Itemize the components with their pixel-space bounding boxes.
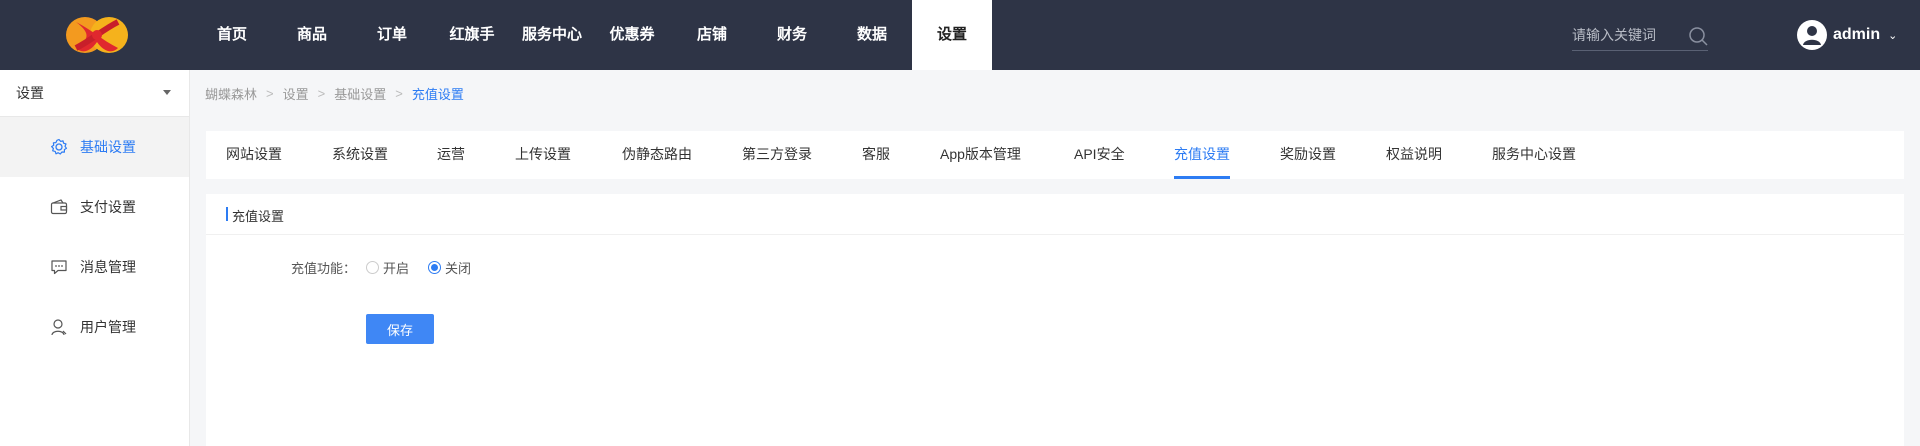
settings-tabs: 网站设置 系统设置 运营 上传设置 伪静态路由 第三方登录 客服 App版本管理… [206,131,1904,179]
recharge-on-radio[interactable]: 开启 [366,258,409,277]
user-avatar-icon [1797,20,1827,50]
sidebar-item-user-management[interactable]: 用户管理 [0,297,189,357]
section-accent-bar [226,207,228,221]
breadcrumb: 蝴蝶森林 > 设置 > 基础设置 > 充值设置 [205,84,464,103]
breadcrumb-item[interactable]: 基础设置 [334,84,386,103]
nav-item-finance[interactable]: 财务 [752,0,832,70]
radio-label: 开启 [383,261,410,276]
sidebar: 设置 基础设置 支付设置 消息管理 用户管理 [0,70,190,446]
logo-icon[interactable] [62,12,132,58]
radio-label: 关闭 [445,261,472,276]
chevron-down-icon: ⌄ [1888,29,1898,42]
nav-item-orders[interactable]: 订单 [352,0,432,70]
nav-item-flagbearer[interactable]: 红旗手 [432,0,512,70]
nav-item-products[interactable]: 商品 [272,0,352,70]
tab-operations[interactable]: 运营 [437,131,465,179]
recharge-label: 充值功能： [290,261,356,276]
sidebar-select[interactable]: 设置 [0,70,189,117]
user-menu[interactable]: admin ⌄ [1797,20,1897,50]
recharge-settings-panel: 充值设置 充值功能： 开启 关闭 保存 [206,194,1904,446]
message-icon [51,260,67,275]
sidebar-item-message-management[interactable]: 消息管理 [0,237,189,297]
wallet-icon [50,199,68,215]
breadcrumb-item[interactable]: 设置 [283,84,309,103]
save-button[interactable]: 保存 [366,314,434,344]
nav-item-data[interactable]: 数据 [832,0,912,70]
chevron-right-icon: > [266,86,274,101]
main-nav: 首页 商品 订单 红旗手 服务中心 优惠券 店铺 财务 数据 设置 [192,0,992,70]
sidebar-select-label: 设置 [16,85,44,101]
tab-api-security[interactable]: API安全 [1074,131,1125,179]
nav-item-stores[interactable]: 店铺 [672,0,752,70]
tab-pseudo-static-routes[interactable]: 伪静态路由 [622,131,692,179]
tab-benefits-description[interactable]: 权益说明 [1386,131,1442,179]
gear-icon [51,138,68,155]
search-box [1572,22,1708,51]
tab-service-center-settings[interactable]: 服务中心设置 [1492,131,1576,179]
recharge-toggle-row: 充值功能： 开启 关闭 [206,254,806,278]
top-bar: 首页 商品 订单 红旗手 服务中心 优惠券 店铺 财务 数据 设置 admin … [0,0,1920,70]
nav-item-settings[interactable]: 设置 [912,0,992,70]
breadcrumb-item[interactable]: 蝴蝶森林 [205,84,257,103]
tab-third-party-login[interactable]: 第三方登录 [742,131,812,179]
sidebar-item-label: 基础设置 [80,139,136,155]
nav-item-service-center[interactable]: 服务中心 [512,0,592,70]
recharge-off-radio[interactable]: 关闭 [428,258,471,277]
sidebar-item-payment-settings[interactable]: 支付设置 [0,177,189,237]
sidebar-item-label: 支付设置 [80,199,136,215]
sidebar-item-label: 用户管理 [80,319,136,335]
section-header: 充值设置 [206,194,1904,235]
chevron-right-icon: > [317,86,326,101]
user-icon [51,319,67,336]
tab-recharge-settings[interactable]: 充值设置 [1174,131,1230,179]
tab-upload-settings[interactable]: 上传设置 [515,131,571,179]
nav-item-home[interactable]: 首页 [192,0,272,70]
search-input[interactable] [1572,22,1682,48]
tab-system-settings[interactable]: 系统设置 [332,131,388,179]
tab-app-version[interactable]: App版本管理 [940,131,1021,179]
tab-reward-settings[interactable]: 奖励设置 [1280,131,1336,179]
tab-website-settings[interactable]: 网站设置 [226,131,282,179]
chevron-right-icon: > [395,86,403,101]
radio-circle [428,261,441,274]
breadcrumb-current: 充值设置 [411,87,464,102]
username: admin [1833,26,1881,43]
sidebar-item-basic-settings[interactable]: 基础设置 [0,117,189,177]
search-icon[interactable] [1688,26,1708,46]
caret-down-icon [163,90,171,95]
nav-item-coupons[interactable]: 优惠券 [592,0,672,70]
radio-circle [366,261,379,274]
tab-customer-service[interactable]: 客服 [862,131,890,179]
sidebar-item-label: 消息管理 [80,259,136,275]
section-title: 充值设置 [232,209,285,224]
